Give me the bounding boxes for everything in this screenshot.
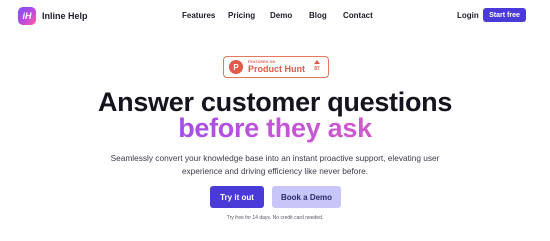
- hero-subtitle: before they ask: [0, 113, 550, 143]
- logo-glyph: iH: [22, 11, 32, 21]
- upvote-count: 87: [314, 66, 320, 72]
- nav-link-demo[interactable]: Demo: [270, 11, 292, 20]
- product-hunt-text: FEATURED ON Product Hunt: [248, 60, 305, 74]
- product-hunt-icon: P: [229, 60, 243, 74]
- product-hunt-glyph: P: [233, 62, 239, 72]
- book-demo-button[interactable]: Book a Demo: [272, 186, 341, 208]
- product-hunt-badge[interactable]: P FEATURED ON Product Hunt 87: [223, 56, 329, 78]
- top-navigation: iH Inline Help Features Pricing Demo Blo…: [0, 0, 550, 32]
- upvote-counter: 87: [314, 60, 320, 72]
- nav-link-pricing[interactable]: Pricing: [228, 11, 255, 20]
- brand-name: Inline Help: [42, 11, 88, 21]
- try-it-out-button[interactable]: Try it out: [210, 186, 264, 208]
- description-line-2: experience and driving efficiency like n…: [181, 166, 369, 176]
- hero-description: Seamlessly convert your knowledge base i…: [0, 152, 550, 178]
- nav-link-blog[interactable]: Blog: [309, 11, 327, 20]
- product-hunt-name: Product Hunt: [248, 64, 305, 74]
- brand-logo[interactable]: iH Inline Help: [18, 7, 88, 25]
- start-free-button[interactable]: Start free: [483, 8, 526, 22]
- upvote-arrow-icon: [314, 60, 320, 64]
- description-line-1: Seamlessly convert your knowledge base i…: [110, 153, 440, 163]
- hero-gradient-text: before they ask: [178, 113, 372, 143]
- nav-link-contact[interactable]: Contact: [343, 11, 373, 20]
- login-link[interactable]: Login: [457, 11, 479, 20]
- inline-help-logo-icon: iH: [18, 7, 36, 25]
- trial-note: Try free for 14 days. No credit card nee…: [226, 215, 324, 221]
- nav-link-features[interactable]: Features: [182, 11, 215, 20]
